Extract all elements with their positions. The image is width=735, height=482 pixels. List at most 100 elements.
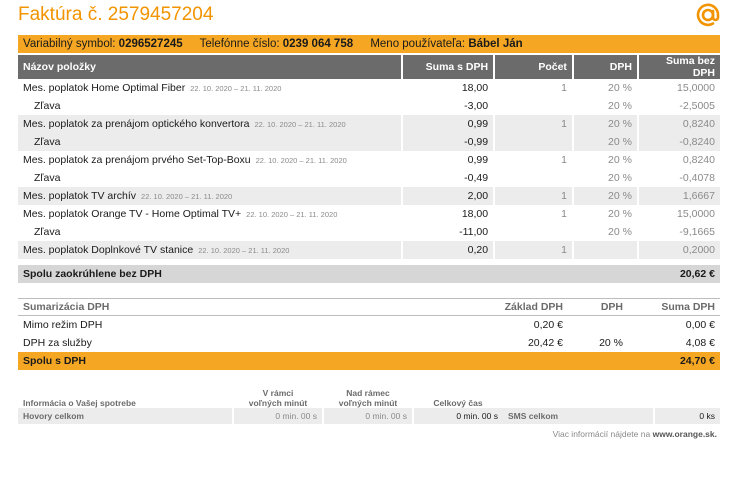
item-period: 22. 10. 2020 – 21. 11. 2020	[198, 246, 290, 255]
calls-total-time: 0 min. 00 s	[412, 408, 503, 424]
item-name: Zľava	[18, 97, 402, 115]
vat-row-label: DPH za služby	[23, 337, 92, 349]
item-sum-without-vat: 0,8240	[636, 115, 720, 133]
item-row: Mes. poplatok Orange TV - Home Optimal T…	[18, 205, 720, 223]
usage-header-row: Informácia o Vašej spotrebe V rámci voľný…	[18, 384, 720, 408]
usage-header-over-free: Nad rámec voľných minút	[338, 388, 398, 408]
item-count: 1	[493, 187, 573, 205]
column-header-count: Počet	[493, 55, 573, 79]
item-sum-without-vat: -9,1665	[636, 223, 720, 241]
calls-over-free: 0 min. 00 s	[322, 408, 413, 424]
column-header-sum-with-vat: Suma s DPH	[400, 55, 495, 79]
item-sum-without-vat: -0,8240	[636, 133, 720, 151]
item-row: Mes. poplatok Doplnkové TV stanice 22. 10…	[18, 241, 720, 259]
item-name-text: Mes. poplatok Orange TV - Home Optimal T…	[23, 208, 242, 220]
column-header-vat: DPH	[571, 55, 638, 79]
item-vat-rate: 20 %	[571, 223, 638, 241]
usage-info-label: Informácia o Vašej spotrebe	[23, 398, 136, 408]
total-without-vat-bar: Spolu zaokrúhlene bez DPH 20,62 €	[18, 265, 720, 283]
item-name: Zľava	[18, 223, 402, 241]
item-row: Zľava -3,00 20 % -2,5005	[18, 97, 720, 115]
item-sum-with-vat: 18,00	[400, 205, 495, 223]
item-row: Zľava -11,00 20 % -9,1665	[18, 223, 720, 241]
item-name-text: Mes. poplatok za prenájom optického konv…	[23, 118, 250, 130]
vat-header-amount: Suma DPH	[628, 298, 720, 316]
item-sum-without-vat: -2,5005	[636, 97, 720, 115]
item-row: Zľava -0,99 20 % -0,8240	[18, 133, 720, 151]
vat-row-base: 20,42 €	[527, 337, 563, 349]
item-sum-with-vat: 18,00	[400, 79, 495, 97]
item-period: 22. 10. 2020 – 21. 11. 2020	[141, 192, 233, 201]
invoice-page: Faktúra č. 2579457204 Variabilný symbol:…	[0, 0, 735, 482]
item-name-text: Zľava	[34, 100, 61, 112]
footnote-text: Viac informácií nájdete na	[552, 429, 651, 439]
item-name: Mes. poplatok Home Optimal Fiber 22. 10. …	[18, 79, 402, 97]
usage-header-within-free: V rámci voľných minút	[248, 388, 308, 408]
vat-header-base: Základ DPH	[458, 298, 568, 316]
item-name-text: Zľava	[34, 136, 61, 148]
item-vat-rate: 20 %	[571, 79, 638, 97]
item-sum-without-vat: 1,6667	[636, 187, 720, 205]
item-count	[493, 133, 573, 151]
vat-summary-table: Sumarizácia DPH Základ DPH DPH Suma DPH …	[18, 298, 720, 370]
item-sum-without-vat: 15,0000	[636, 205, 720, 223]
item-row: Mes. poplatok za prenájom prvého Set-Top…	[18, 151, 720, 169]
vat-row-base: 0,20 €	[533, 319, 563, 331]
vat-header-rate: DPH	[568, 298, 628, 316]
item-vat-rate	[571, 241, 638, 259]
item-count	[493, 169, 573, 187]
phone-number-label: Telefónne číslo:	[199, 38, 280, 50]
sms-total-label: SMS celkom	[503, 408, 655, 424]
usage-header-total-time: Celkový čas	[433, 398, 483, 408]
item-sum-without-vat: 0,8240	[636, 151, 720, 169]
at-icon	[696, 3, 720, 27]
item-name-text: Zľava	[34, 226, 61, 238]
vat-row-label: Mimo režim DPH	[23, 319, 103, 331]
item-period: 22. 10. 2020 – 21. 11. 2020	[255, 156, 347, 165]
variable-symbol-label: Variabilný symbol:	[23, 38, 116, 50]
item-count: 1	[493, 115, 573, 133]
item-count: 1	[493, 151, 573, 169]
item-vat-rate: 20 %	[571, 169, 638, 187]
item-name: Mes. poplatok za prenájom optického konv…	[18, 115, 402, 133]
vat-header-summary: Sumarizácia DPH	[18, 298, 458, 316]
vat-header-row: Sumarizácia DPH Základ DPH DPH Suma DPH	[18, 298, 720, 316]
item-count	[493, 97, 573, 115]
item-sum-with-vat: -11,00	[400, 223, 495, 241]
item-sum-with-vat: 0,99	[400, 151, 495, 169]
invoice-title: Faktúra č. 2579457204	[18, 4, 214, 25]
item-vat-rate: 20 %	[571, 97, 638, 115]
item-sum-without-vat: 0,2000	[636, 241, 720, 259]
total-without-vat-value: 20,62 €	[679, 268, 715, 280]
total-with-vat-row: Spolu s DPH 24,70 €	[18, 352, 720, 370]
item-sum-with-vat: -0,99	[400, 133, 495, 151]
item-sum-without-vat: -0,4078	[636, 169, 720, 187]
total-with-vat-value: 24,70 €	[628, 352, 720, 370]
total-without-vat-label: Spolu zaokrúhlene bez DPH	[23, 268, 162, 280]
item-sum-with-vat: -3,00	[400, 97, 495, 115]
item-row: Mes. poplatok Home Optimal Fiber 22. 10. …	[18, 79, 720, 97]
item-sum-with-vat: 0,20	[400, 241, 495, 259]
item-name: Zľava	[18, 133, 402, 151]
calls-total-label: Hovory celkom	[18, 408, 233, 424]
total-with-vat-label: Spolu s DPH	[18, 352, 458, 370]
item-sum-with-vat: -0,49	[400, 169, 495, 187]
item-period: 22. 10. 2020 – 21. 11. 2020	[190, 84, 282, 93]
items-header-row: Názov položky Suma s DPH Počet DPH Suma …	[18, 55, 720, 79]
item-name: Mes. poplatok Doplnkové TV stanice 22. 10…	[18, 241, 402, 259]
orange-website-link[interactable]: www.orange.sk.	[653, 429, 717, 439]
phone-number-value: 0239 064 758	[282, 38, 354, 50]
invoice-info-bar: Variabilný symbol: 0296527245 Telefónne …	[18, 35, 720, 53]
calls-within-free: 0 min. 00 s	[232, 408, 323, 424]
vat-row-amount: 0,00 €	[685, 319, 715, 331]
item-name-text: Mes. poplatok Doplnkové TV stanice	[23, 244, 194, 256]
vat-row-rate: 20 %	[599, 337, 623, 349]
item-count: 1	[493, 205, 573, 223]
sms-total-value: 0 ks	[653, 408, 720, 424]
item-sum-without-vat: 15,0000	[636, 79, 720, 97]
item-vat-rate: 20 %	[571, 205, 638, 223]
item-name-text: Zľava	[34, 172, 61, 184]
item-sum-with-vat: 0,99	[400, 115, 495, 133]
usage-table: Informácia o Vašej spotrebe V rámci voľný…	[18, 384, 720, 424]
item-period: 22. 10. 2020 – 21. 11. 2020	[254, 120, 346, 129]
